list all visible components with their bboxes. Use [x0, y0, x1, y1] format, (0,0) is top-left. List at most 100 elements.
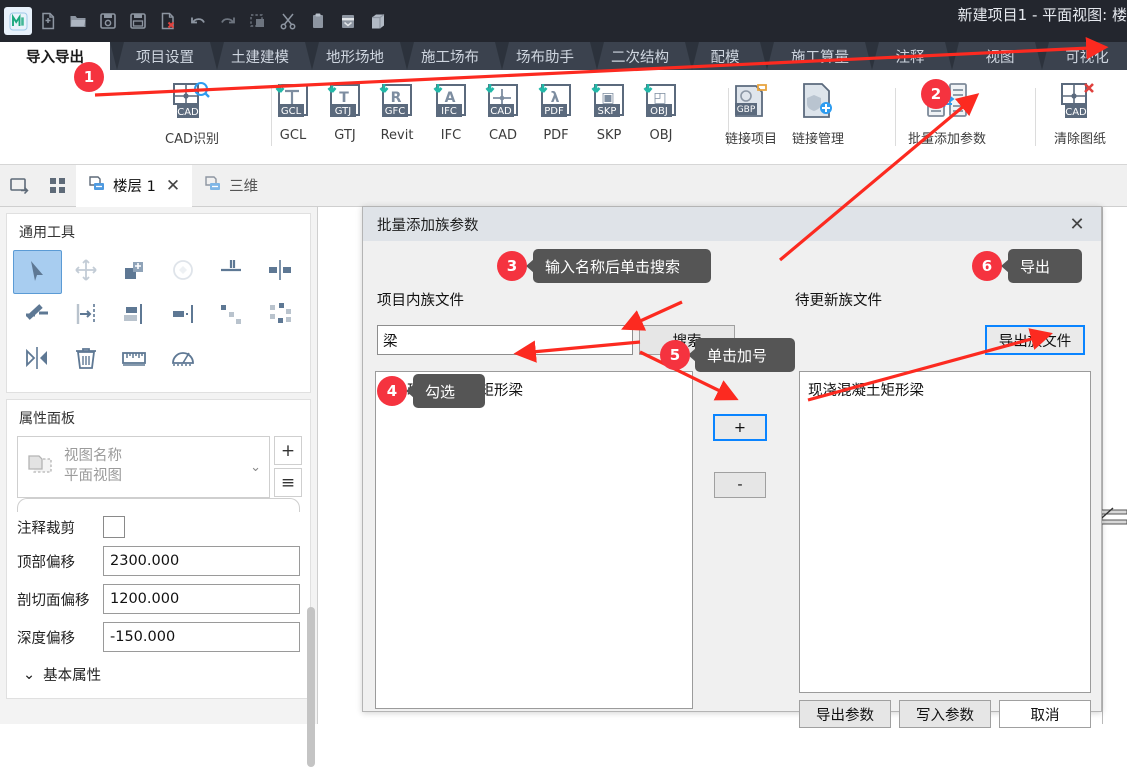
array-tool[interactable]: [207, 294, 256, 338]
app-logo-icon[interactable]: [4, 7, 32, 35]
tile-grid-icon[interactable]: [38, 165, 76, 207]
view-window-icon[interactable]: [0, 165, 38, 207]
radial-array-tool[interactable]: [256, 294, 305, 338]
mirror-icon: [23, 344, 51, 376]
align-diagonal-tool[interactable]: [13, 294, 62, 338]
export-family-file-button[interactable]: 导出族文件: [985, 325, 1085, 355]
cad-find-icon: CAD: [170, 76, 214, 126]
copy-icon[interactable]: [304, 7, 332, 35]
property-checkbox[interactable]: [103, 516, 125, 538]
property-input[interactable]: 2300.000: [103, 546, 300, 576]
chevron-down-icon[interactable]: ⌄: [250, 460, 261, 475]
offset-tool[interactable]: [62, 294, 111, 338]
ribbon-button-link-mgr[interactable]: 链接管理: [785, 76, 851, 160]
basic-properties-label: 基本属性: [43, 668, 102, 684]
redo-icon[interactable]: [214, 7, 242, 35]
ribbon-tab-3[interactable]: 地形场地: [310, 42, 400, 70]
ribbon-tab-11[interactable]: 可视化: [1048, 42, 1126, 70]
open-folder-icon[interactable]: [64, 7, 92, 35]
ribbon-tab-strip: 导入导出 项目设置 土建建模 地形场地 施工场布 场布助手 二次结构 配模 施工算量 注释 视图 可视…: [0, 42, 1127, 70]
ribbon-tab-8[interactable]: 施工算量: [775, 42, 865, 70]
ribbon-button-link-proj[interactable]: GBP 链接项目: [718, 76, 784, 160]
select-icon[interactable]: [244, 7, 272, 35]
measure-ruler-tool[interactable]: [110, 338, 159, 382]
trim-extend-tool[interactable]: [207, 250, 256, 294]
close-file-icon[interactable]: [154, 7, 182, 35]
mirror-tool[interactable]: [13, 338, 62, 382]
box-icon[interactable]: [364, 7, 392, 35]
close-icon[interactable]: ✕: [1063, 214, 1091, 235]
ribbon-tab-label: 配模: [710, 49, 740, 66]
save-as-icon[interactable]: [124, 7, 152, 35]
gtj-icon: T GTJ: [324, 76, 366, 126]
ribbon-tab-10[interactable]: 视图: [965, 42, 1035, 70]
add-view-button[interactable]: +: [274, 436, 302, 465]
project-family-list[interactable]: ✓现浇混凝土矩形梁: [375, 371, 693, 709]
list-item[interactable]: 现浇混凝土矩形梁: [800, 372, 1090, 407]
protractor-tool[interactable]: [159, 338, 208, 382]
quick-access-toolbar: [0, 7, 392, 35]
cad-icon: CAD: [482, 76, 524, 126]
trim-extend-icon: [217, 256, 245, 288]
close-icon[interactable]: ✕: [166, 176, 180, 196]
paste-icon[interactable]: [334, 7, 362, 35]
ribbon-tab-5[interactable]: 场布助手: [500, 42, 590, 70]
add-to-pending-button[interactable]: +: [713, 414, 767, 441]
ribbon-button-cad-clear[interactable]: CAD 清除图纸: [1047, 76, 1113, 160]
ribbon-tab-4[interactable]: 施工场布: [405, 42, 495, 70]
property-input[interactable]: -150.000: [103, 622, 300, 652]
view-selector-combo[interactable]: 视图名称 平面视图 ⌄: [17, 436, 270, 498]
delete-trash-tool[interactable]: [62, 338, 111, 382]
common-tools-grid: [7, 246, 310, 392]
ribbon-button-label: SKP: [596, 128, 622, 143]
three-d-view-icon: [204, 175, 222, 197]
align-left-tool[interactable]: [159, 294, 208, 338]
select-arrow-icon: [23, 256, 51, 288]
canvas-divider: [1102, 207, 1103, 724]
align-icon: [120, 300, 148, 332]
ribbon-tab-7[interactable]: 配模: [690, 42, 760, 70]
collapsed-field: [17, 498, 300, 512]
ribbon-button-8[interactable]: ◰ OBJ OBJ: [628, 76, 694, 160]
ribbon-tab-label: 施工算量: [791, 49, 849, 66]
properties-rows: 注释裁剪 顶部偏移 2300.000 剖切面偏移 1200.000 深度偏移 -150.00…: [7, 512, 310, 656]
undo-icon[interactable]: [184, 7, 212, 35]
align-tool[interactable]: [110, 294, 159, 338]
ribbon-tab-6[interactable]: 二次结构: [595, 42, 685, 70]
panel-scrollbar[interactable]: [307, 607, 315, 767]
properties-card: 属性面板 视图名称 平面视图 ⌄ + ≡ 注释裁剪 顶部偏移 2300.000 剖切面…: [6, 399, 311, 699]
obj-icon: ◰ OBJ: [640, 76, 682, 126]
view-tab-floor-1[interactable]: 楼层 1 ✕: [76, 164, 193, 207]
svg-text:CAD: CAD: [490, 106, 512, 117]
step-badge-3: 3: [497, 251, 527, 281]
search-input[interactable]: 梁: [377, 325, 633, 355]
copy-add-icon: [120, 256, 148, 288]
rotate-tool[interactable]: [159, 250, 208, 294]
save-icon[interactable]: [94, 7, 122, 35]
select-arrow-tool[interactable]: [13, 250, 62, 294]
edit-view-button[interactable]: ≡: [274, 468, 302, 497]
property-input[interactable]: 1200.000: [103, 584, 300, 614]
basic-properties-section[interactable]: ⌄ 基本属性: [7, 656, 310, 693]
new-file-icon[interactable]: [34, 7, 62, 35]
remove-from-pending-button[interactable]: -: [714, 472, 766, 498]
svg-text:GTJ: GTJ: [335, 106, 351, 117]
ribbon-button-label: 批量添加参数: [908, 132, 987, 147]
tab-separator: [945, 42, 959, 70]
copy-add-tool[interactable]: [110, 250, 159, 294]
ribbon-button-cad-find[interactable]: CAD CAD识别: [159, 76, 225, 160]
ribbon-tab-1[interactable]: 项目设置: [120, 42, 210, 70]
ribbon-tab-2[interactable]: 土建建模: [215, 42, 305, 70]
property-row: 剖切面偏移 1200.000: [7, 580, 310, 618]
ribbon-tab-label: 项目设置: [136, 49, 194, 66]
title-bar: 新建项目1 - 平面视图: 楼: [0, 0, 1127, 42]
pending-family-files-label: 待更新族文件: [795, 293, 882, 309]
pending-family-list[interactable]: 现浇混凝土矩形梁: [799, 371, 1091, 693]
ribbon-tab-label: 视图: [985, 49, 1015, 66]
cut-icon[interactable]: [274, 7, 302, 35]
svg-text:◰: ◰: [653, 90, 666, 106]
view-tab-3d[interactable]: 三维: [192, 165, 270, 207]
move-tool[interactable]: [62, 250, 111, 294]
split-tool[interactable]: [256, 250, 305, 294]
ribbon-tab-9[interactable]: 注释: [875, 42, 945, 70]
